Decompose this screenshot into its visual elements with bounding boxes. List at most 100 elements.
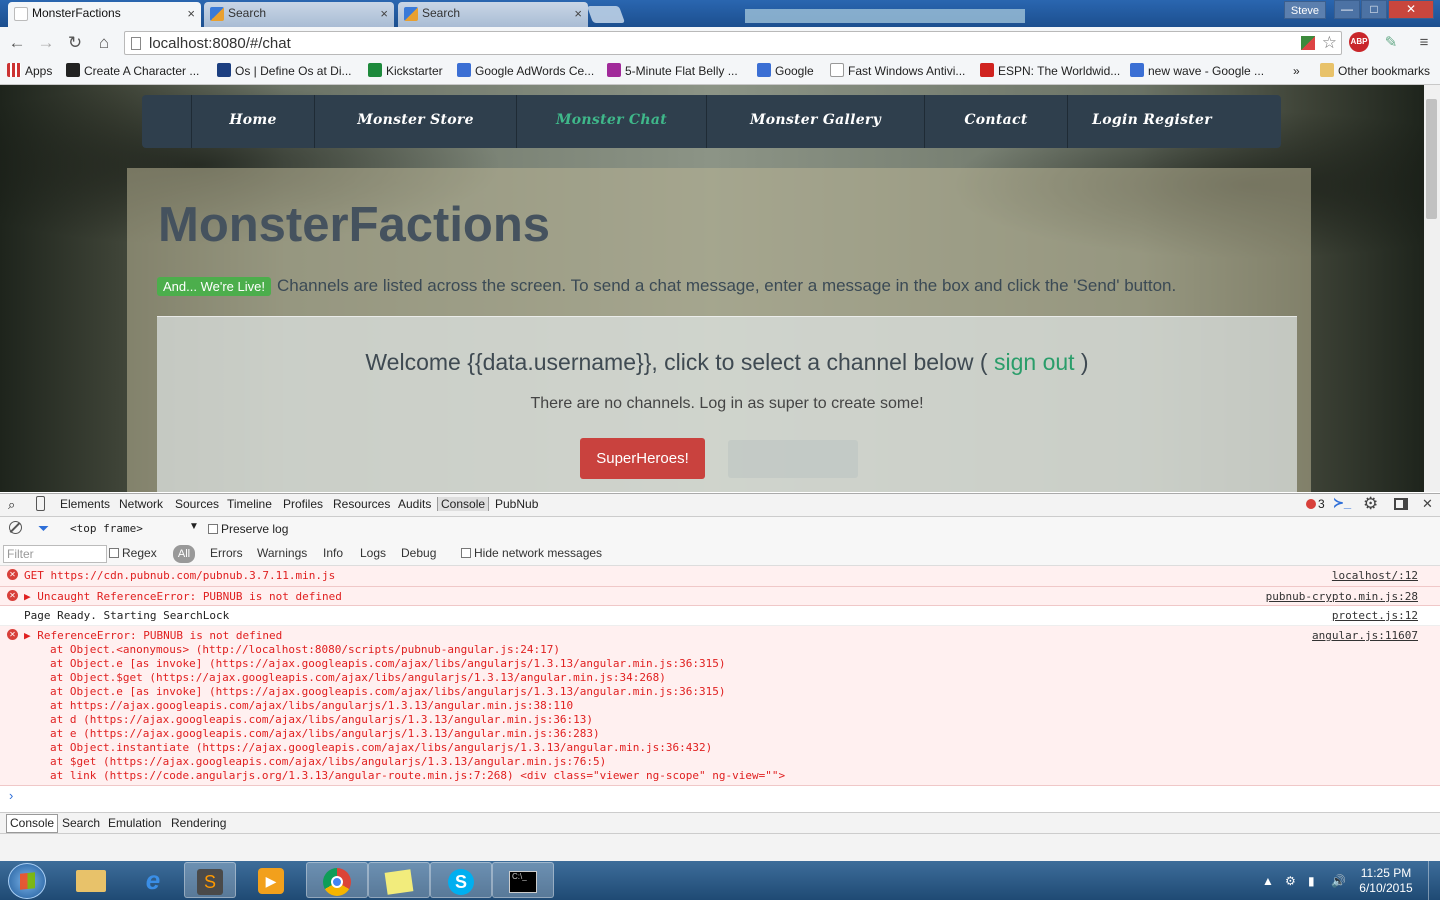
devtools-tab-elements[interactable]: Elements — [60, 497, 110, 511]
sublime-text-icon[interactable]: S — [184, 862, 236, 898]
source-link[interactable]: localhost/:12 — [1332, 569, 1418, 582]
source-link[interactable]: angular.js:11607 — [1312, 629, 1418, 642]
address-bar[interactable]: localhost:8080/#/chat ☆ — [124, 31, 1342, 55]
bookmark-kickstarter[interactable]: Kickstarter — [368, 63, 443, 79]
close-tab-icon[interactable]: × — [574, 2, 582, 25]
expand-arrow-icon[interactable]: ▶ — [24, 590, 37, 603]
edit-extension-icon[interactable]: ✎ — [1381, 33, 1401, 53]
source-link[interactable]: protect.js:12 — [1332, 609, 1418, 622]
bookmark-apps[interactable]: Apps — [7, 63, 52, 79]
devtools-tab-pubnub[interactable]: PubNub — [495, 497, 538, 511]
regex-checkbox[interactable]: Regex — [109, 546, 157, 560]
nav-login-register[interactable]: Login Register — [1068, 95, 1236, 148]
bookmark-espn[interactable]: ESPN: The Worldwid... — [980, 63, 1120, 79]
devtools-tab-console[interactable]: Console — [437, 497, 490, 511]
sign-out-link[interactable]: sign out — [994, 349, 1075, 375]
level-info-button[interactable]: Info — [323, 546, 343, 560]
nav-home[interactable]: Home — [192, 95, 315, 148]
hide-network-checkbox[interactable]: Hide network messages — [461, 546, 602, 560]
filter-input[interactable]: Filter — [3, 545, 107, 563]
forward-icon[interactable]: → — [35, 33, 57, 53]
preserve-log-checkbox[interactable]: Preserve log — [208, 522, 288, 536]
maximize-button[interactable]: □ — [1361, 0, 1387, 19]
skype-icon[interactable]: S — [430, 862, 492, 898]
bookmark-os[interactable]: Os | Define Os at Di... — [217, 63, 351, 79]
media-player-icon[interactable]: ▶ — [240, 862, 302, 898]
expandable-message[interactable]: ▶ Uncaught ReferenceError: PUBNUB is not… — [24, 590, 342, 603]
level-debug-button[interactable]: Debug — [401, 546, 436, 560]
menu-icon[interactable]: ≡ — [1414, 33, 1434, 53]
close-window-button[interactable]: ✕ — [1388, 0, 1434, 19]
close-tab-icon[interactable]: × — [380, 2, 388, 25]
stack-frame[interactable]: at $get (https://ajax.googleapis.com/aja… — [50, 755, 606, 768]
reload-icon[interactable]: ↻ — [64, 33, 86, 53]
level-logs-button[interactable]: Logs — [360, 546, 386, 560]
close-devtools-icon[interactable]: ✕ — [1422, 496, 1433, 512]
stack-frame[interactable]: at Object.e [as invoke] (https://ajax.go… — [50, 685, 726, 698]
show-desktop-button[interactable] — [1428, 861, 1440, 900]
explorer-taskbar-icon[interactable] — [60, 862, 122, 898]
devtools-tab-profiles[interactable]: Profiles — [283, 497, 323, 511]
network-tray-icon[interactable]: ⚙ — [1285, 874, 1296, 888]
adblock-icon[interactable]: ABP — [1349, 32, 1369, 52]
dock-icon[interactable] — [1394, 498, 1408, 510]
page-scrollbar[interactable] — [1424, 85, 1440, 492]
source-link[interactable]: pubnub-crypto.min.js:28 — [1266, 590, 1418, 603]
devtools-tab-resources[interactable]: Resources — [333, 497, 390, 511]
other-bookmarks[interactable]: Other bookmarks — [1320, 63, 1430, 79]
stack-frame[interactable]: at https://ajax.googleapis.com/ajax/libs… — [50, 699, 573, 712]
nav-monster-store[interactable]: Monster Store — [315, 95, 517, 148]
frame-select[interactable]: <top frame> — [70, 522, 143, 535]
drawer-tab-console[interactable]: Console — [6, 814, 59, 833]
devtools-tab-audits[interactable]: Audits — [398, 497, 431, 511]
bookmark-new-wave[interactable]: new wave - Google ... — [1130, 63, 1264, 79]
volume-icon[interactable]: 🔊 — [1331, 874, 1346, 888]
minimize-button[interactable]: — — [1334, 0, 1360, 19]
show-hidden-icons[interactable]: ▲ — [1262, 874, 1274, 888]
create-channel-button[interactable] — [728, 440, 858, 478]
level-errors-button[interactable]: Errors — [210, 546, 243, 560]
nav-monster-gallery[interactable]: Monster Gallery — [707, 95, 925, 148]
console-prompt[interactable]: › — [9, 788, 13, 803]
error-counter[interactable]: 3 — [1306, 497, 1325, 511]
sticky-notes-icon[interactable] — [368, 862, 430, 898]
system-clock[interactable]: 11:25 PM 6/10/2015 — [1356, 866, 1416, 896]
expand-arrow-icon[interactable]: ▶ — [24, 629, 37, 642]
back-icon[interactable]: ← — [6, 33, 28, 53]
chrome-icon[interactable] — [306, 862, 368, 898]
drawer-tab-search[interactable]: Search — [62, 816, 100, 830]
power-tray-icon[interactable]: ▮ — [1308, 874, 1315, 888]
clear-console-icon[interactable] — [9, 521, 22, 534]
stack-frame[interactable]: at Object.e [as invoke] (https://ajax.go… — [50, 657, 726, 670]
bookmark-antivirus[interactable]: Fast Windows Antivi... — [830, 63, 965, 79]
stack-frame[interactable]: at link (https://code.angularjs.org/1.3.… — [50, 769, 785, 782]
devtools-tab-network[interactable]: Network — [119, 497, 163, 511]
bookmark-google[interactable]: Google — [757, 63, 814, 79]
extension-icon[interactable] — [1301, 36, 1315, 50]
level-all-button[interactable]: All — [173, 545, 195, 563]
profile-button[interactable]: Steve — [1284, 1, 1326, 19]
device-mode-icon[interactable] — [36, 496, 45, 511]
tab-search-2[interactable]: Search × — [398, 2, 588, 27]
new-tab-button[interactable] — [586, 6, 626, 23]
bookmark-flat-belly[interactable]: 5-Minute Flat Belly ... — [607, 63, 738, 79]
scrollbar-thumb[interactable] — [1426, 99, 1437, 219]
command-prompt-icon[interactable]: C:\_ — [492, 862, 554, 898]
stack-frame[interactable]: at e (https://ajax.googleapis.com/ajax/l… — [50, 727, 600, 740]
more-bookmarks-button[interactable]: » — [1293, 63, 1300, 79]
bookmark-adwords[interactable]: Google AdWords Ce... — [457, 63, 594, 79]
tab-monsterfactions[interactable]: MonsterFactions × — [8, 2, 201, 27]
close-tab-icon[interactable]: × — [187, 2, 195, 25]
bookmark-create-character[interactable]: Create A Character ... — [66, 63, 199, 79]
nav-contact[interactable]: Contact — [925, 95, 1068, 148]
console-drawer-icon[interactable]: ≻_ — [1333, 495, 1351, 511]
expandable-message[interactable]: ▶ ReferenceError: PUBNUB is not defined — [24, 629, 282, 642]
filter-funnel-icon[interactable]: ⏷ — [38, 520, 49, 537]
devtools-tab-sources[interactable]: Sources — [175, 497, 219, 511]
start-button[interactable] — [8, 863, 46, 899]
stack-frame[interactable]: at Object.<anonymous> (http://localhost:… — [50, 643, 560, 656]
stack-frame[interactable]: at Object.$get (https://ajax.googleapis.… — [50, 671, 666, 684]
settings-gear-icon[interactable]: ⚙ — [1363, 494, 1378, 514]
nav-monster-chat[interactable]: Monster Chat — [517, 95, 707, 148]
devtools-tab-timeline[interactable]: Timeline — [227, 497, 272, 511]
